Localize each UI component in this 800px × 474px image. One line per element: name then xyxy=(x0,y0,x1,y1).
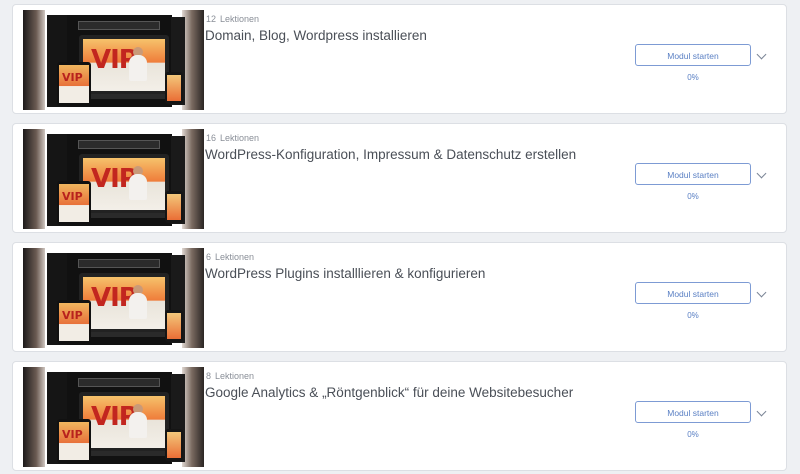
lesson-count: 16 Lektionen xyxy=(206,133,260,143)
person-image xyxy=(129,174,147,200)
module-progress: 0% xyxy=(687,73,699,82)
module-title: Google Analytics & „Röntgenblick“ für de… xyxy=(205,385,574,400)
thumbnail-blur-edge xyxy=(182,10,204,110)
module-card: VIP VIP 12 Lektionen Domain, Blog, Wordpr… xyxy=(12,4,787,114)
module-title: WordPress-Konfiguration, Impressum & Dat… xyxy=(205,147,577,162)
module-thumbnail: VIP VIP xyxy=(23,10,204,110)
product-box-label xyxy=(78,21,160,30)
start-module-button[interactable]: Modul starten xyxy=(635,163,751,185)
laptop-image: VIP xyxy=(79,154,169,214)
module-progress: 0% xyxy=(687,311,699,320)
product-box-label xyxy=(78,378,160,387)
thumbnail-blur-edge xyxy=(182,367,204,467)
thumbnail-blur-edge xyxy=(182,248,204,348)
laptop-image: VIP xyxy=(79,35,169,95)
lesson-count: 8 Lektionen xyxy=(206,371,255,381)
thumbnail-blur-edge xyxy=(23,129,45,229)
tablet-image: VIP xyxy=(57,419,91,463)
laptop-image: VIP xyxy=(79,392,169,452)
module-card: VIP VIP 6 Lektionen WordPress Plugins ins… xyxy=(12,242,787,352)
start-module-button[interactable]: Modul starten xyxy=(635,401,751,423)
chevron-down-icon[interactable] xyxy=(756,168,767,179)
thumbnail-blur-edge xyxy=(182,129,204,229)
module-thumbnail: VIP VIP xyxy=(23,248,204,348)
chevron-down-icon[interactable] xyxy=(756,287,767,298)
lesson-count: 12 Lektionen xyxy=(206,14,260,24)
laptop-image: VIP xyxy=(79,273,169,333)
module-thumbnail: VIP VIP xyxy=(23,367,204,467)
product-box-label xyxy=(78,140,160,149)
module-progress: 0% xyxy=(687,430,699,439)
phone-image xyxy=(165,191,183,223)
thumbnail-blur-edge xyxy=(23,367,45,467)
person-image xyxy=(129,293,147,319)
tablet-image: VIP xyxy=(57,181,91,225)
thumbnail-blur-edge xyxy=(23,10,45,110)
phone-image xyxy=(165,429,183,461)
start-module-button[interactable]: Modul starten xyxy=(635,282,751,304)
start-module-button[interactable]: Modul starten xyxy=(635,44,751,66)
module-title: WordPress Plugins installlieren & konfig… xyxy=(205,266,486,281)
thumbnail-blur-edge xyxy=(23,248,45,348)
module-thumbnail: VIP VIP xyxy=(23,129,204,229)
chevron-down-icon[interactable] xyxy=(756,406,767,417)
product-box-label xyxy=(78,259,160,268)
lesson-count: 6 Lektionen xyxy=(206,252,255,262)
module-progress: 0% xyxy=(687,192,699,201)
module-card: VIP VIP 16 Lektionen WordPress-Konfigurat… xyxy=(12,123,787,233)
person-image xyxy=(129,412,147,438)
phone-image xyxy=(165,72,183,104)
tablet-image: VIP xyxy=(57,62,91,106)
phone-image xyxy=(165,310,183,342)
tablet-image: VIP xyxy=(57,300,91,344)
module-card: VIP VIP 8 Lektionen Google Analytics & „R… xyxy=(12,361,787,471)
chevron-down-icon[interactable] xyxy=(756,49,767,60)
person-image xyxy=(129,55,147,81)
module-title: Domain, Blog, Wordpress installieren xyxy=(205,28,427,43)
